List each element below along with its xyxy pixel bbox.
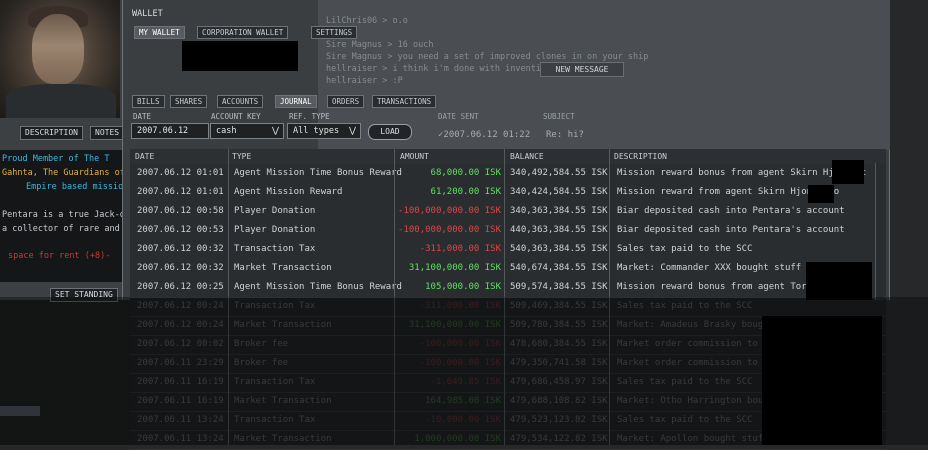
row-description: Biar deposited cash into Pentara's accou… [617, 206, 845, 216]
column-header-date[interactable]: DATE [135, 152, 154, 161]
tab-shares[interactable]: SHARES [170, 95, 208, 108]
account-key-value: cash [216, 126, 237, 136]
row-amount: 105,000.00 ISK [425, 282, 501, 292]
chat-line: LilChris06 > o.o [326, 16, 408, 26]
row-description: Biar deposited cash into Pentara's accou… [617, 225, 845, 235]
row-date: 2007.06.12 00:25 [137, 282, 224, 292]
tab-corporation-wallet[interactable]: CORPORATION WALLET [197, 26, 289, 39]
row-balance: 340,492,584.55 ISK [510, 168, 608, 178]
date-input[interactable]: 2007.06.12 [131, 123, 209, 139]
row-description: Mission reward from agent Skirn Hjonur t… [617, 187, 840, 197]
bio-line: space for rent (+8)- [8, 251, 111, 261]
tab-journal[interactable]: JOURNAL [275, 95, 317, 108]
row-type: Player Donation [234, 225, 316, 235]
row-type: Transaction Tax [234, 244, 316, 254]
tab-orders[interactable]: ORDERS [327, 95, 365, 108]
row-balance: 509,574,384.55 ISK [510, 282, 608, 292]
notes-tab[interactable]: NOTES [90, 126, 125, 140]
bio-line: Proud Member of The T [2, 154, 110, 164]
row-balance: 540,363,384.55 ISK [510, 244, 608, 254]
tab-settings[interactable]: SETTINGS [311, 26, 358, 39]
character-portrait [0, 0, 120, 118]
wallet-title: WALLET [132, 9, 163, 19]
row-amount: -100,000,000.00 ISK [398, 206, 501, 216]
row-date: 2007.06.12 01:01 [137, 187, 224, 197]
account-key-label: ACCOUNT KEY [211, 112, 261, 121]
table-row[interactable]: 2007.06.12 01:01 Agent Mission Time Bonus… [130, 164, 886, 184]
row-amount: 61,200.00 ISK [430, 187, 501, 197]
chat-line: Sire Magnus > you need a set of improved… [326, 52, 649, 62]
row-description: Mission reward bonus from agent Skirn Hj… [617, 168, 867, 178]
row-description: Market: Commander XXX bought stuff from [617, 263, 829, 273]
table-row[interactable]: 2007.06.12 01:01 Agent Mission Reward 61,2… [130, 183, 886, 203]
new-message-button[interactable]: NEW MESSAGE [540, 62, 624, 77]
row-type: Market Transaction [234, 263, 332, 273]
redacted-block [806, 262, 872, 300]
row-date: 2007.06.12 00:58 [137, 206, 224, 216]
date-sent-header: DATE SENT [438, 112, 479, 121]
load-button[interactable]: LOAD [368, 124, 412, 140]
chevron-down-icon: ⋁ [272, 126, 279, 136]
row-balance: 340,424,584.55 ISK [510, 187, 608, 197]
row-date: 2007.06.12 00:53 [137, 225, 224, 235]
table-row[interactable]: 2007.06.12 00:32 Transaction Tax -311,000.… [130, 240, 886, 260]
table-row[interactable]: 2007.06.12 00:32 Market Transaction 31,100… [130, 259, 886, 279]
ref-type-select[interactable]: All types ⋁ [287, 123, 361, 139]
row-description: Sales tax paid to the SCC [617, 244, 753, 254]
table-scrollbar[interactable] [875, 163, 884, 300]
bio-line: Gahnta, The Guardians of P [2, 168, 136, 178]
subject-header: SUBJECT [543, 112, 575, 121]
table-row[interactable]: 2007.06.12 00:58 Player Donation -100,000,… [130, 202, 886, 222]
row-type: Player Donation [234, 206, 316, 216]
row-amount: 68,000.00 ISK [430, 168, 501, 178]
row-date: 2007.06.12 01:01 [137, 168, 224, 178]
row-amount: 31,100,000.00 ISK [408, 263, 501, 273]
row-description: Mission reward bonus from agent Torlaber [617, 282, 834, 292]
row-amount: -311,000.00 ISK [419, 244, 501, 254]
redacted-block [182, 41, 298, 71]
row-amount: -100,000,000.00 ISK [398, 225, 501, 235]
row-balance: 540,674,384.55 ISK [510, 263, 608, 273]
row-type: Agent Mission Time Bonus Reward [234, 282, 402, 292]
column-header-description[interactable]: DESCRIPTION [614, 152, 667, 161]
chat-line: hellraiser > :P [326, 76, 403, 86]
tab-accounts[interactable]: ACCOUNTS [217, 95, 264, 108]
row-type: Agent Mission Time Bonus Reward [234, 168, 402, 178]
background-label [0, 406, 40, 416]
mail-subject: Re: hi? [546, 130, 584, 140]
table-row[interactable]: 2007.06.12 00:53 Player Donation -100,000,… [130, 221, 886, 241]
bio-line: Pentara is a true Jack-of-a [2, 210, 141, 220]
column-header-type[interactable]: TYPE [232, 152, 251, 161]
row-balance: 440,363,384.55 ISK [510, 225, 608, 235]
row-balance: 340,363,384.55 ISK [510, 206, 608, 216]
mail-date-sent: ✓2007.06.12 01:22 [438, 130, 531, 140]
bio-line: Empire based mission [26, 182, 129, 192]
column-header-amount[interactable]: AMOUNT [400, 152, 429, 161]
column-header-balance[interactable]: BALANCE [510, 152, 544, 161]
date-label: DATE [133, 112, 152, 121]
tab-my-wallet[interactable]: MY WALLET [134, 26, 185, 39]
redacted-block [832, 160, 864, 184]
ref-type-label: REF. TYPE [289, 112, 330, 121]
description-tab[interactable]: DESCRIPTION [20, 126, 83, 140]
account-key-select[interactable]: cash ⋁ [210, 123, 284, 139]
chevron-down-icon: ⋁ [349, 126, 356, 136]
table-row[interactable]: 2007.06.12 00:25 Agent Mission Time Bonus… [130, 278, 886, 298]
row-date: 2007.06.12 00:32 [137, 263, 224, 273]
ref-type-value: All types [293, 126, 340, 136]
chat-line: Sire Magnus > 16 ouch [326, 40, 434, 50]
redacted-block [762, 316, 882, 445]
chat-line: hellraiser > i think i'm done with inven… [326, 64, 567, 74]
tab-transactions[interactable]: TRANSACTIONS [372, 95, 437, 108]
row-date: 2007.06.12 00:32 [137, 244, 224, 254]
journal-table-header: DATE TYPE AMOUNT BALANCE DESCRIPTION [130, 149, 886, 165]
tab-bills[interactable]: BILLS [132, 95, 165, 108]
row-type: Agent Mission Reward [234, 187, 343, 197]
redacted-block [808, 185, 834, 203]
